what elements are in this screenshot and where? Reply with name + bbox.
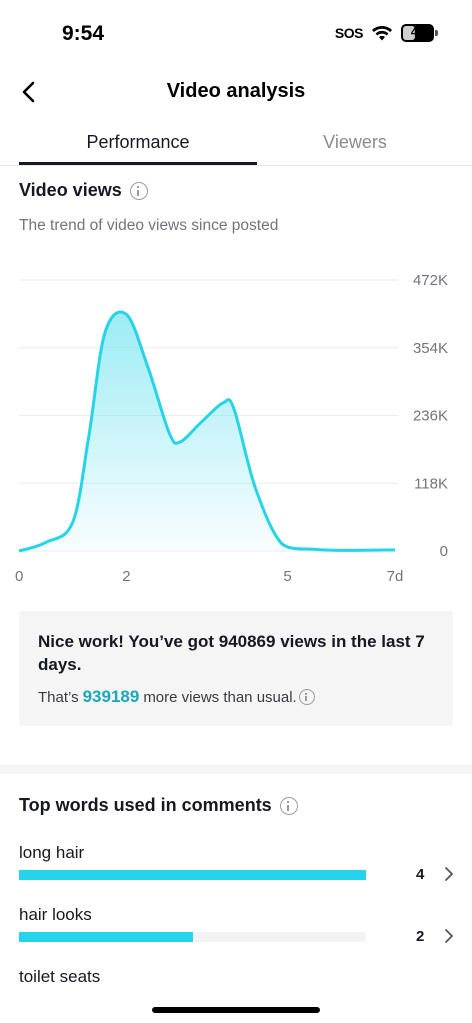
word-row[interactable]: long hair 4 (19, 843, 459, 893)
tab-bar: Performance Viewers (0, 124, 472, 166)
tab-viewers[interactable]: Viewers (257, 124, 453, 165)
video-views-heading: Video views (19, 180, 148, 201)
chevron-right-icon[interactable] (441, 927, 457, 945)
info-icon[interactable] (129, 181, 148, 200)
summary-note-prefix: That’s (38, 688, 79, 706)
battery-icon: 40 (401, 24, 438, 42)
summary-note: That’s 939189 more views than usual. (38, 687, 315, 707)
info-icon[interactable] (298, 689, 315, 705)
x-tick-label: 2 (122, 568, 130, 585)
word-row[interactable]: hair looks 2 (19, 905, 459, 955)
battery-cap (435, 30, 438, 36)
video-views-title: Video views (19, 180, 122, 200)
status-time: 9:54 (62, 22, 105, 45)
x-tick-label: 5 (283, 568, 291, 585)
word-bar-track (19, 870, 366, 880)
wifi-icon (372, 26, 392, 41)
section-divider (0, 765, 472, 774)
tab-performance[interactable]: Performance (19, 124, 257, 165)
y-tick-label: 118K (414, 475, 448, 492)
y-tick-label: 0 (440, 543, 448, 560)
word-label: long hair (19, 843, 85, 862)
top-words-heading: Top words used in comments (19, 795, 298, 816)
status-bar: 9:54 SOS 40 (0, 0, 472, 70)
home-indicator (152, 1007, 320, 1013)
summary-note-suffix: more views than usual. (143, 688, 297, 706)
video-views-subtitle: The trend of video views since posted (19, 217, 279, 234)
summary-note-number: 939189 (82, 687, 140, 706)
video-views-chart: 0 118K 236K 354K 472K 0 2 5 7d (15, 272, 448, 585)
battery-percent: 40 (410, 25, 425, 39)
word-bar-track (19, 932, 366, 942)
word-count: 2 (416, 928, 425, 945)
sos-indicator: SOS (334, 25, 364, 41)
x-tick-label: 7d (387, 568, 404, 585)
word-bar (19, 932, 193, 942)
nav-bar: Video analysis (0, 70, 472, 114)
y-tick-label: 354K (413, 340, 448, 357)
chevron-right-icon[interactable] (441, 865, 457, 883)
x-tick-label: 0 (15, 568, 23, 585)
y-tick-label: 472K (413, 272, 448, 289)
summary-headline: Nice work! You’ve got 940869 views in th… (38, 632, 425, 674)
status-icons: SOS 40 (334, 24, 438, 42)
info-icon[interactable] (279, 796, 298, 815)
top-words-title: Top words used in comments (19, 795, 272, 815)
bottom-safe-area (0, 982, 472, 1023)
word-label: hair looks (19, 905, 92, 924)
word-bar (19, 870, 366, 880)
word-count: 4 (416, 866, 425, 883)
active-tab-indicator (19, 162, 257, 165)
page-title: Video analysis (166, 80, 306, 102)
y-tick-label: 236K (413, 408, 448, 425)
summary-card: Nice work! You’ve got 940869 views in th… (19, 611, 453, 726)
